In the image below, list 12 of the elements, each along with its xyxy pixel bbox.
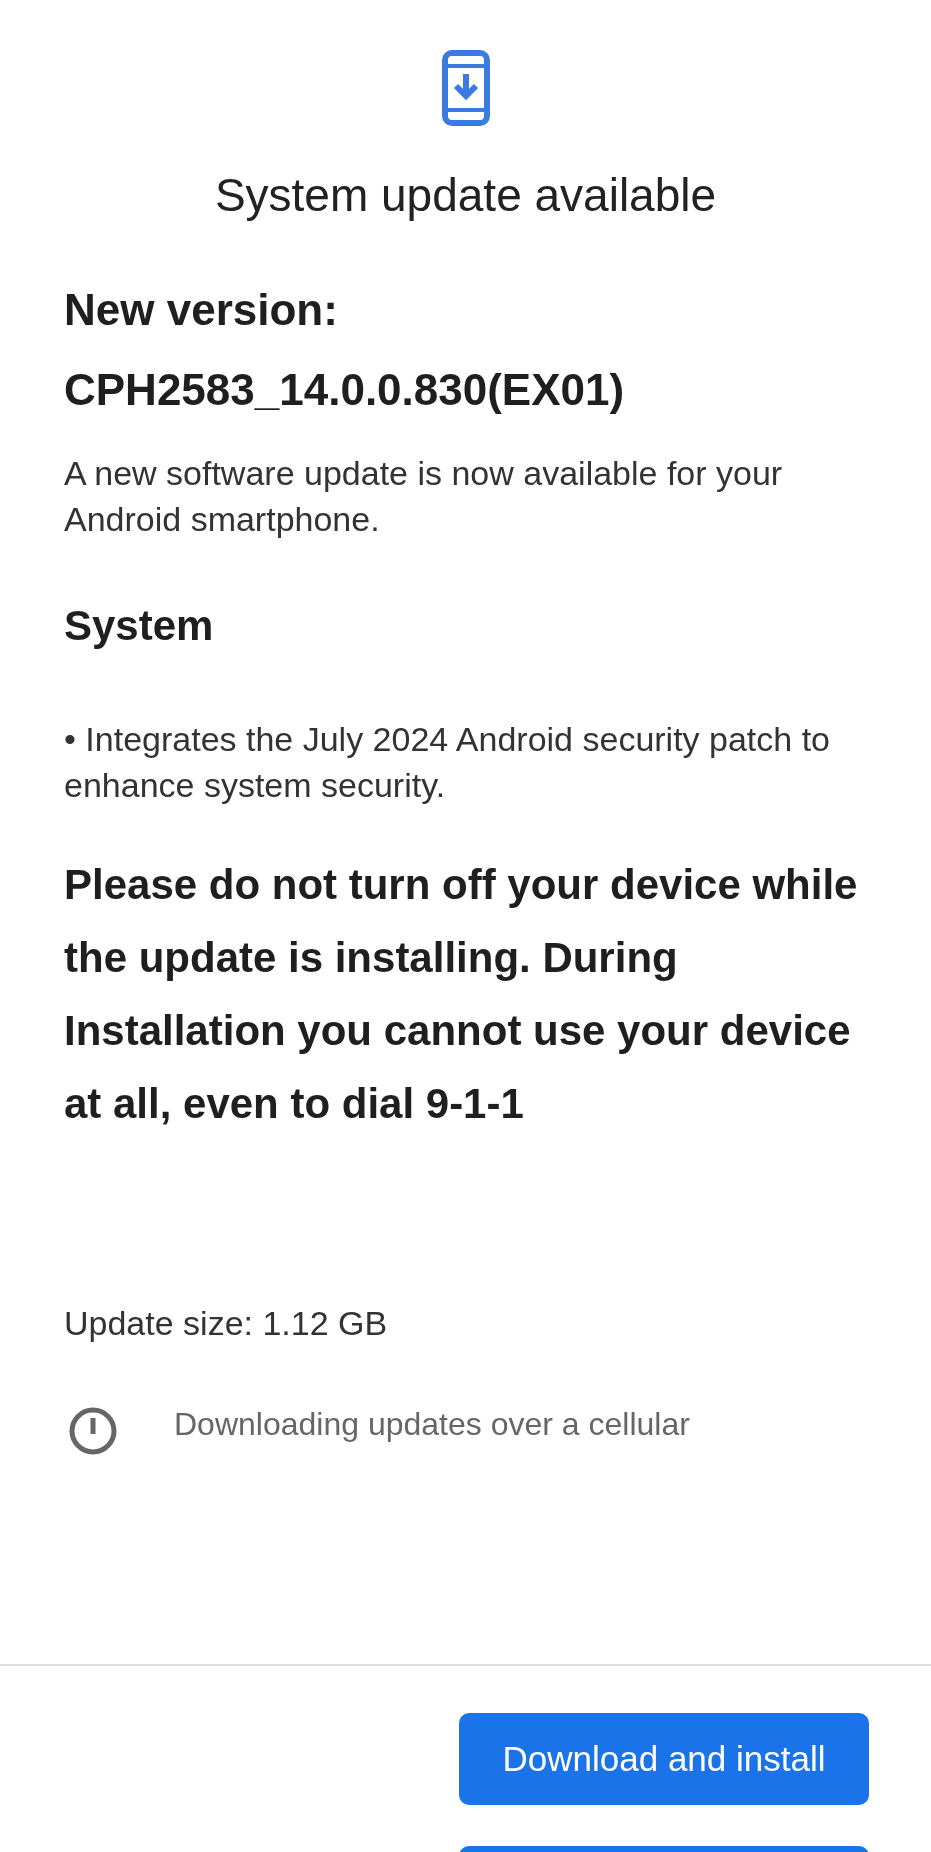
notice-text: Downloading updates over a cellular [174,1406,690,1443]
page-title: System update available [213,168,718,222]
update-size: Update size: 1.12 GB [64,1303,389,1344]
phone-download-icon [441,50,490,126]
bullet-item: • Integrates the July 2024 Android security patch to enhance system security. [64,719,832,806]
warning-text: Please do not turn off your device while the update is installing. During Installation you cannot use your device at all, even to dial 9-1-1 [64,860,859,1129]
intro-text: A new software update is now available for your Android smartphone. [64,453,784,540]
version-label: New version: [64,284,339,336]
section-heading: System [64,602,215,650]
version-number: CPH2583_14.0.0.830(EX01) [64,364,626,416]
download-install-button[interactable]: Download and install [459,1713,869,1805]
info-icon [68,1406,118,1456]
